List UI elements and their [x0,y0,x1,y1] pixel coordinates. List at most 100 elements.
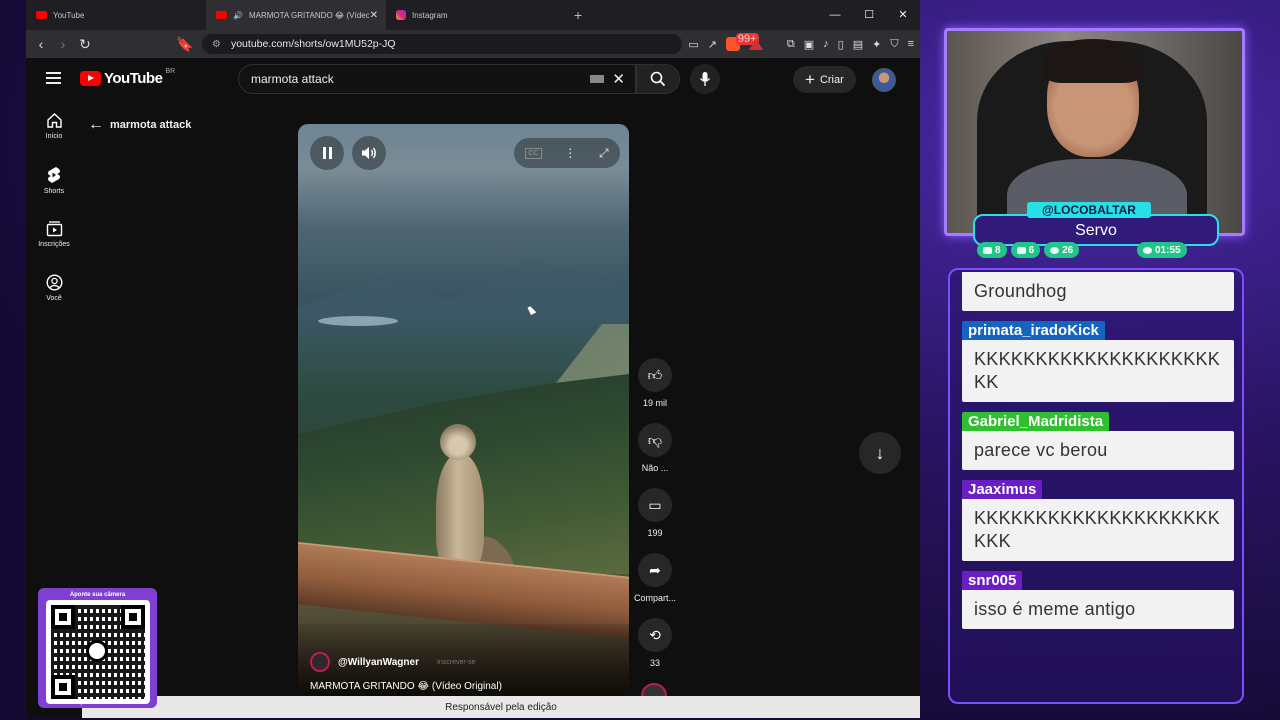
volume-icon [362,147,376,159]
chat-message: snr005 isso é meme antigo [962,571,1234,629]
stream-chat: Groundhog primata_iradoKick KKKKKKKKKKKK… [948,268,1244,704]
plus-icon: + [805,70,815,89]
extensions-icon[interactable]: ⧉ [787,38,795,51]
close-tab-icon[interactable]: ✕ [370,10,378,21]
chat-message: Gabriel_Madridista parece vc berou [962,412,1234,470]
video-title[interactable]: MARMOTA GRITANDO 😂 (Vídeo Original) [310,681,502,692]
qr-caption-top: Aponte sua câmera [69,592,126,598]
leo-icon[interactable]: ✦ [872,38,881,51]
back-button[interactable]: ‹ [30,36,52,52]
comments-button[interactable]: ▭ [638,488,672,522]
chat-count: 8 [995,244,1001,256]
video-scene-lake [318,316,398,326]
fullscreen-icon[interactable]: ⤢ [599,146,609,161]
youtube-page: YouTube BR marmota attack ✕ + Criar Iníc… [26,58,920,718]
keyboard-icon[interactable] [590,75,605,83]
youtube-icon [1016,246,1026,254]
brave-shields-icon[interactable]: 99+ [725,33,759,51]
remix-button[interactable]: ⟲ [638,618,672,652]
bookmark-icon[interactable]: 🔖 [174,36,196,53]
share-icon[interactable]: ↗ [708,38,717,51]
vpn-icon[interactable]: ⛉ [890,38,898,51]
dislike-action: 👎︎ Não ... [631,423,679,488]
create-button[interactable]: + Criar [793,66,856,93]
qr-caption-bottom: tipa.rbstore.net [77,700,118,706]
youtube-icon [36,11,47,19]
more-options-icon[interactable]: ⋮ [564,146,576,160]
status-bar: Responsável pela edição [82,696,920,718]
chat-username: primata_iradoKick [962,321,1105,340]
channel-name[interactable]: @WillyanWagner [338,657,419,668]
volume-button[interactable] [352,136,386,170]
dislike-button[interactable]: 👎︎ [638,423,672,457]
shorts-icon [48,167,60,183]
points-badge: 26 [1044,242,1080,258]
youtube-icon [216,11,227,19]
channel-avatar[interactable] [310,652,330,672]
sidebar-item-home[interactable]: Início [26,102,82,156]
tab-marmota[interactable]: 🔊 MARMOTA GRITANDO 😂 (Vídeo O ✕ [206,0,386,30]
points-count: 26 [1062,244,1074,256]
back-label: marmota attack [110,119,192,131]
short-video-player[interactable]: CC ⋮ ⤢ @WillyanWagner Inscrever-se MARMO… [298,124,629,696]
video-scene-marmot [430,424,525,599]
toolbar: ‹ › ↻ 🔖 ⚙ youtube.com/shorts/ow1MU52p-JQ… [26,30,920,58]
clear-search-icon[interactable]: ✕ [612,70,625,88]
sidebar-item-shorts[interactable]: Shorts [26,156,82,210]
like-action: 👍︎ 19 mil [631,358,679,423]
chat-text: Groundhog [962,272,1234,311]
qr-finder [120,605,145,629]
chat-username: Jaaximus [962,480,1043,499]
next-short-button[interactable]: ↓ [859,432,901,474]
tab-label: YouTube [53,10,85,20]
sidebar-item-you[interactable]: Você [26,264,82,318]
share-button[interactable]: ➦ [638,553,672,587]
back-to-search[interactable]: ← marmota attack [88,116,191,134]
search-button[interactable] [636,64,680,94]
rewards-icon[interactable] [748,38,763,50]
cast-icon[interactable]: ▭ [688,38,698,51]
site-settings-icon[interactable]: ⚙ [212,39,221,50]
minimize-button[interactable]: — [818,0,852,30]
remix-action: ⟲ 33 [631,618,679,683]
like-button[interactable]: 👍︎ [638,358,672,392]
mic-icon [699,72,711,86]
tab-youtube[interactable]: YouTube [26,0,206,30]
qr-code-overlay: Aponte sua câmera tipa.rbstore.net [38,588,157,708]
maximize-button[interactable]: ☐ [852,0,886,30]
cam-streamer-hair [1043,39,1143,83]
menu-icon[interactable]: ≡ [908,38,914,50]
chat-icon [983,246,992,254]
tab-instagram[interactable]: Instagram [386,0,566,30]
user-icon [45,274,63,291]
tab-label: MARMOTA GRITANDO 😂 (Vídeo O [248,10,369,20]
timer-badge: 01:55 [1137,242,1187,258]
tab-label: Instagram [412,10,448,20]
account-avatar[interactable] [872,68,896,92]
reload-button[interactable]: ↻ [74,36,96,53]
subscribe-button[interactable]: Inscrever-se [437,659,476,666]
close-window-button[interactable]: ✕ [886,0,920,30]
extensions-area: ▭ ↗ 99+ ⧉ ▣ ♪ ▯ ▤ ✦ ⛉ ≡ [688,30,914,58]
pause-button[interactable] [310,136,344,170]
chat-message: Jaaximus KKKKKKKKKKKKKKKKKKKKKKK [962,480,1234,561]
new-tab-button[interactable]: + [574,7,582,23]
wallet-icon[interactable]: ▤ [853,38,863,51]
timer-value: 01:55 [1155,244,1181,256]
sidebar-item-subscriptions[interactable]: Inscrições [26,210,82,264]
youtube-logo[interactable]: YouTube BR [80,68,175,87]
voice-search-button[interactable] [690,64,720,94]
sidebar-label: Inscrições [38,241,70,248]
youtube-header: YouTube BR marmota attack ✕ + Criar [26,58,920,102]
sidebar-icon[interactable]: ▯ [838,38,844,51]
music-icon[interactable]: ♪ [823,38,829,50]
chat-text: KKKKKKKKKKKKKKKKKKKKKKK [962,499,1234,561]
search-input[interactable]: marmota attack ✕ [238,64,636,94]
forward-button[interactable]: › [52,36,74,52]
address-bar[interactable]: ⚙ youtube.com/shorts/ow1MU52p-JQ [202,34,682,54]
screenshot-icon[interactable]: ▣ [804,38,814,51]
captions-icon[interactable]: CC [525,147,542,159]
browser-window: YouTube 🔊 MARMOTA GRITANDO 😂 (Vídeo O ✕ … [26,0,920,718]
remix-count: 33 [649,658,660,668]
menu-icon[interactable] [46,72,61,87]
